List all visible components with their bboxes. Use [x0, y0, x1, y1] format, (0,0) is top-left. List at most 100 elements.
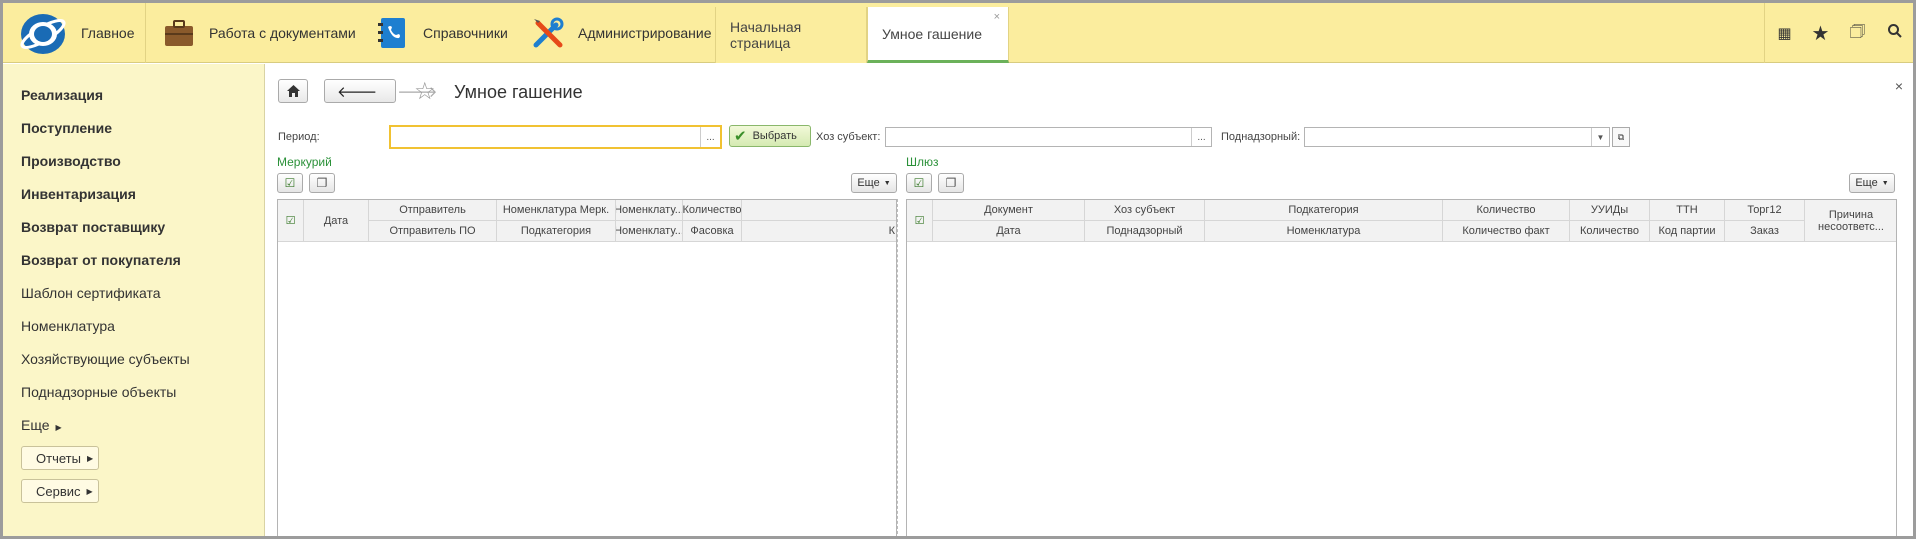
home-link[interactable]: Главное [81, 25, 135, 41]
page-title: Умное гашение [454, 82, 583, 102]
header-checkbox-icon[interactable]: ☑ [907, 200, 933, 242]
tab-label: Умное гашение [882, 25, 983, 42]
divider [145, 3, 146, 63]
phonebook-icon [378, 18, 405, 48]
column-header[interactable]: Номенклату... [616, 200, 683, 221]
column-header[interactable]: Хоз субъект [1085, 200, 1205, 221]
section-documents[interactable]: Работа с документами [161, 3, 356, 63]
tab-start-page[interactable]: Начальная страница [715, 7, 867, 63]
column-header[interactable]: Поднадзорный [1085, 221, 1205, 242]
section-administration[interactable]: Администрирование [530, 3, 712, 63]
sidebar-item-nomenclature[interactable]: Номенклатура [21, 318, 115, 334]
choose-button[interactable]: ✔ Выбрать [729, 125, 811, 147]
history-icon[interactable]: 🗇 [1839, 19, 1876, 48]
copy-button[interactable]: ❐ [309, 173, 335, 193]
column-header[interactable]: Дата [304, 200, 369, 242]
column-header[interactable]: Документ [933, 200, 1085, 221]
dropdown-arrow-icon[interactable]: ▼ [1591, 128, 1609, 146]
sidebar-item-inventory[interactable]: Инвентаризация [21, 186, 136, 202]
nav-back-forward: 🡐 🡒 [324, 79, 437, 103]
form-area: 🡐 🡒 ☆ Умное гашение × Период: ... ✔ Выбр… [266, 64, 1913, 536]
copy-icon: ❐ [316, 176, 328, 190]
reports-button[interactable]: Отчеты ▶ [21, 446, 99, 470]
open-icon[interactable]: ⧉ [1612, 127, 1630, 147]
check-all-button[interactable]: ☑ [277, 173, 303, 193]
sidebar: Реализация Поступление Производство Инве… [3, 64, 265, 536]
tab-smart-redemption[interactable]: Умное гашение × [867, 7, 1009, 63]
dropdown-arrow-icon: ▼ [883, 179, 891, 187]
column-header[interactable]: Фасовка [683, 221, 742, 242]
sidebar-item-production[interactable]: Производство [21, 153, 121, 169]
top-panel: Главное Работа с документами Справочники [3, 3, 1913, 63]
triangle-right-icon: ▶ [86, 486, 93, 496]
column-header[interactable]: Номенклатура [1205, 221, 1443, 242]
entity-input[interactable]: ... [885, 127, 1212, 147]
more-label: Еще [1855, 177, 1878, 189]
left-more-button[interactable]: Еще ▼ [851, 173, 897, 193]
sidebar-item-receipts[interactable]: Поступление [21, 120, 112, 136]
column-header[interactable]: Количество факт [1443, 221, 1570, 242]
column-header[interactable]: Подкатегория [497, 221, 616, 242]
copy-button[interactable]: ❐ [938, 173, 964, 193]
sidebar-item-sales[interactable]: Реализация [21, 87, 103, 103]
tools-icon [533, 17, 564, 48]
copy-icon: ❐ [945, 176, 957, 190]
service-button[interactable]: Сервис ▶ [21, 479, 99, 503]
sidebar-item-return-customer[interactable]: Возврат от покупателя [21, 252, 181, 268]
dropdown-arrow-icon: ▼ [1881, 179, 1889, 187]
column-header[interactable]: К [742, 221, 896, 242]
favorites-star-icon[interactable]: ★ [1802, 21, 1839, 46]
home-button[interactable] [278, 79, 308, 103]
mercury-table[interactable]: ☑ Дата Отправитель Номенклатура Мерк. Но… [277, 199, 897, 536]
right-more-button[interactable]: Еще ▼ [1849, 173, 1895, 193]
column-header[interactable]: Торг12 [1725, 200, 1805, 221]
sidebar-item-business-entities[interactable]: Хозяйствующие субъекты [21, 351, 190, 367]
supervised-label: Поднадзорный: [1221, 131, 1301, 143]
column-header[interactable]: Заказ [1725, 221, 1805, 242]
column-header[interactable]: Количество [1570, 221, 1650, 242]
column-header[interactable]: ТТН [1650, 200, 1725, 221]
mercury-group-title: Меркурий [277, 155, 332, 169]
app-logo-icon[interactable] [17, 11, 69, 57]
sidebar-item-return-supplier[interactable]: Возврат поставщику [21, 219, 165, 235]
section-label: Справочники [423, 25, 508, 41]
column-header[interactable] [742, 200, 896, 221]
close-form-icon[interactable]: × [1895, 78, 1903, 94]
favorite-star-icon[interactable]: ☆ [414, 77, 436, 106]
column-header[interactable]: Дата [933, 221, 1085, 242]
column-header[interactable]: УУИДы [1570, 200, 1650, 221]
gateway-table[interactable]: ☑ Документ Хоз субъект Подкатегория Коли… [906, 199, 1897, 536]
panel-splitter[interactable] [897, 199, 898, 536]
search-icon[interactable] [1876, 22, 1913, 45]
supervised-input[interactable]: ▼ [1304, 127, 1610, 147]
column-header[interactable]: Номенклату... [616, 221, 683, 242]
column-header[interactable]: Номенклатура Мерк. [497, 200, 616, 221]
entity-label: Хоз субъект: [816, 131, 881, 143]
sidebar-item-more[interactable]: Еще ▶ [21, 417, 62, 433]
triangle-right-icon: ▶ [55, 423, 62, 432]
column-header[interactable]: Подкатегория [1205, 200, 1443, 221]
sidebar-item-certificate-template[interactable]: Шаблон сертификата [21, 285, 161, 301]
period-select-button[interactable]: ... [700, 127, 720, 147]
sidebar-item-supervised-objects[interactable]: Поднадзорные объекты [21, 384, 176, 400]
period-input[interactable]: ... [389, 125, 722, 149]
tab-label: Начальная страница [730, 19, 802, 51]
back-arrow-icon[interactable]: 🡐 [337, 82, 377, 101]
entity-select-button[interactable]: ... [1191, 128, 1211, 146]
column-header[interactable]: Отправитель ПО [369, 221, 497, 242]
check-all-button[interactable]: ☑ [906, 173, 932, 193]
column-header[interactable]: Количество [1443, 200, 1570, 221]
column-header[interactable]: Отправитель [369, 200, 497, 221]
checkmark-icon: ✔ [734, 128, 747, 145]
column-header[interactable]: Количество [683, 200, 742, 221]
check-all-icon: ☑ [284, 176, 296, 190]
tab-close-icon[interactable]: × [994, 11, 1000, 23]
service-label: Сервис [36, 483, 81, 499]
section-references[interactable]: Справочники [375, 3, 508, 63]
column-header[interactable]: Причина несоответс... [1805, 200, 1896, 242]
column-header[interactable]: Код партии [1650, 221, 1725, 242]
header-checkbox-icon[interactable]: ☑ [278, 200, 304, 242]
period-label: Период: [278, 131, 320, 143]
apps-grid-icon[interactable]: ▦ [1765, 24, 1802, 42]
triangle-right-icon: ▶ [86, 453, 94, 463]
